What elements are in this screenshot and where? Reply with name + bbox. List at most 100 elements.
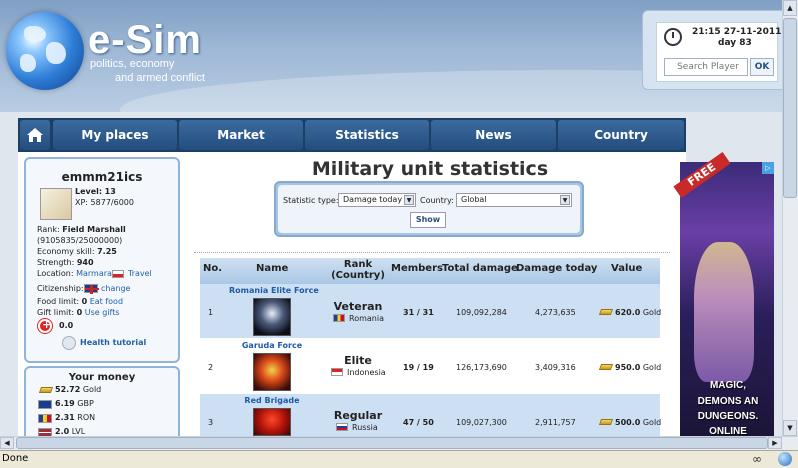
divider: [194, 252, 670, 253]
indonesia-flag-icon: [331, 368, 343, 376]
row-rank: Regular: [333, 409, 383, 422]
logo-text[interactable]: e-Sim: [88, 18, 202, 63]
nav-statistics[interactable]: Statistics: [305, 120, 429, 150]
country-value: Global: [461, 195, 487, 204]
row-members: 19 / 19: [403, 363, 434, 372]
nav-market[interactable]: Market: [179, 120, 303, 150]
row-country: Russia: [352, 423, 378, 432]
row-total-damage: 109,092,284: [456, 308, 507, 317]
status-text: Done: [2, 453, 29, 464]
eat-food-link[interactable]: Eat food: [90, 297, 123, 306]
show-button[interactable]: Show: [410, 212, 446, 228]
header-no: No.: [203, 263, 223, 274]
country-select[interactable]: Global ▼: [456, 193, 572, 207]
gold-icon: [598, 309, 614, 315]
location-flag-icon: [112, 270, 124, 278]
header-damage-today: Damage today: [516, 263, 598, 274]
clock-icon: [664, 28, 682, 46]
ad-figure: [694, 242, 754, 382]
travel-link[interactable]: Travel: [128, 269, 152, 278]
citizenship-change-link[interactable]: change: [101, 284, 130, 293]
row-value: 500.0 Gold: [615, 418, 662, 427]
citizenship-flag-icon: [84, 284, 99, 294]
tutorial-icon: [62, 336, 76, 350]
row-country: Romania: [349, 314, 384, 323]
row-damage-today: 2,911,757: [535, 418, 576, 427]
server-time: 21:15 27-11-2011: [692, 27, 782, 37]
chevron-down-icon: ▼: [404, 195, 414, 205]
horizontal-scroll-thumb[interactable]: [16, 437, 768, 449]
rank-row: Rank: Field Marshall: [37, 225, 126, 234]
location-link[interactable]: Marmara: [76, 269, 112, 278]
row-no: 2: [208, 363, 214, 372]
row-damage-today: 3,409,316: [535, 363, 576, 372]
gift-limit-row: Gift limit: 0 Use gifts: [37, 308, 120, 317]
tagline-2: and armed conflict: [115, 72, 205, 84]
gold-icon: [598, 364, 614, 370]
status-bar: [0, 450, 798, 468]
nav-news[interactable]: News: [431, 120, 556, 150]
money-title: Your money: [68, 372, 136, 383]
location-row: Location: Marmara: [37, 269, 112, 278]
row-value: 620.0 Gold: [615, 308, 662, 317]
unit-avatar[interactable]: [253, 408, 291, 436]
search-ok-button[interactable]: OK: [750, 58, 774, 76]
ron-flag-icon: [38, 414, 52, 423]
row-damage-today: 4,273,635: [535, 308, 576, 317]
internet-zone-icon: [778, 452, 792, 466]
russia-flag-icon: [336, 423, 348, 431]
home-button[interactable]: [20, 120, 50, 150]
search-player-input[interactable]: [664, 58, 748, 76]
scroll-right-icon[interactable]: ▶: [768, 437, 782, 449]
infinity-icon: ∞: [752, 452, 762, 466]
stat-type-select[interactable]: Damage today ▼: [338, 193, 416, 207]
gbp-flag-icon: [38, 400, 52, 409]
use-gifts-link[interactable]: Use gifts: [85, 308, 120, 317]
ad-text-2: DEMONS AN: [697, 396, 759, 407]
scroll-left-icon[interactable]: ◀: [0, 437, 14, 449]
home-icon: [27, 128, 43, 142]
unit-avatar[interactable]: [253, 353, 291, 391]
health-icon: [38, 318, 52, 333]
gold-icon: [38, 387, 54, 393]
ad-info-icon[interactable]: ▷: [762, 162, 774, 174]
money-gold: 52.72 Gold: [55, 385, 102, 394]
page-title: Military unit statistics: [311, 158, 549, 180]
row-members: 31 / 31: [403, 308, 434, 317]
romania-flag-icon: [333, 314, 345, 322]
level-row: Level: 13: [75, 187, 116, 196]
unit-avatar[interactable]: [253, 298, 291, 336]
unit-name-link[interactable]: Garuda Force: [229, 341, 315, 350]
scroll-up-icon[interactable]: ▲: [783, 0, 797, 16]
xp-row: XP: 5877/6000: [75, 198, 134, 207]
stat-type-value: Damage today: [343, 195, 403, 204]
avatar[interactable]: [40, 188, 72, 220]
row-value: 950.0 Gold: [615, 363, 662, 372]
scroll-down-icon[interactable]: ▼: [783, 420, 797, 436]
header-members: Members: [391, 263, 443, 274]
ad-text-3: DUNGEONS.: [697, 411, 759, 422]
citizenship-label: Citizenship:: [37, 284, 84, 293]
money-ron: 2.31 RON: [55, 413, 96, 422]
nav-my-places[interactable]: My places: [53, 120, 177, 150]
stat-type-label: Statistic type:: [283, 196, 339, 205]
row-country: Indonesia: [347, 368, 386, 377]
profile-username[interactable]: emmm21ics: [24, 170, 180, 184]
globe-logo-icon[interactable]: [6, 12, 84, 90]
header-name: Name: [256, 263, 289, 274]
header-country: (Country): [331, 270, 385, 281]
header-total-damage: Total damage: [442, 263, 518, 274]
ad-text-1: MAGIC,: [709, 380, 747, 391]
nav-country[interactable]: Country: [558, 120, 684, 150]
country-label: Country:: [420, 196, 454, 205]
unit-name-link[interactable]: Romania Elite Force: [229, 286, 319, 295]
unit-name-link[interactable]: Red Brigade: [229, 396, 315, 405]
food-limit-row: Food limit: 0 Eat food: [37, 297, 124, 306]
strength-row: Strength: 940: [37, 258, 94, 267]
row-rank: Veteran: [333, 300, 383, 313]
health-value: 0.0: [59, 321, 74, 330]
vertical-scroll-thumb[interactable]: [783, 18, 797, 198]
header-rank: Rank: [343, 259, 373, 270]
gold-icon: [598, 419, 614, 425]
health-tutorial-link[interactable]: Health tutorial: [80, 338, 146, 347]
